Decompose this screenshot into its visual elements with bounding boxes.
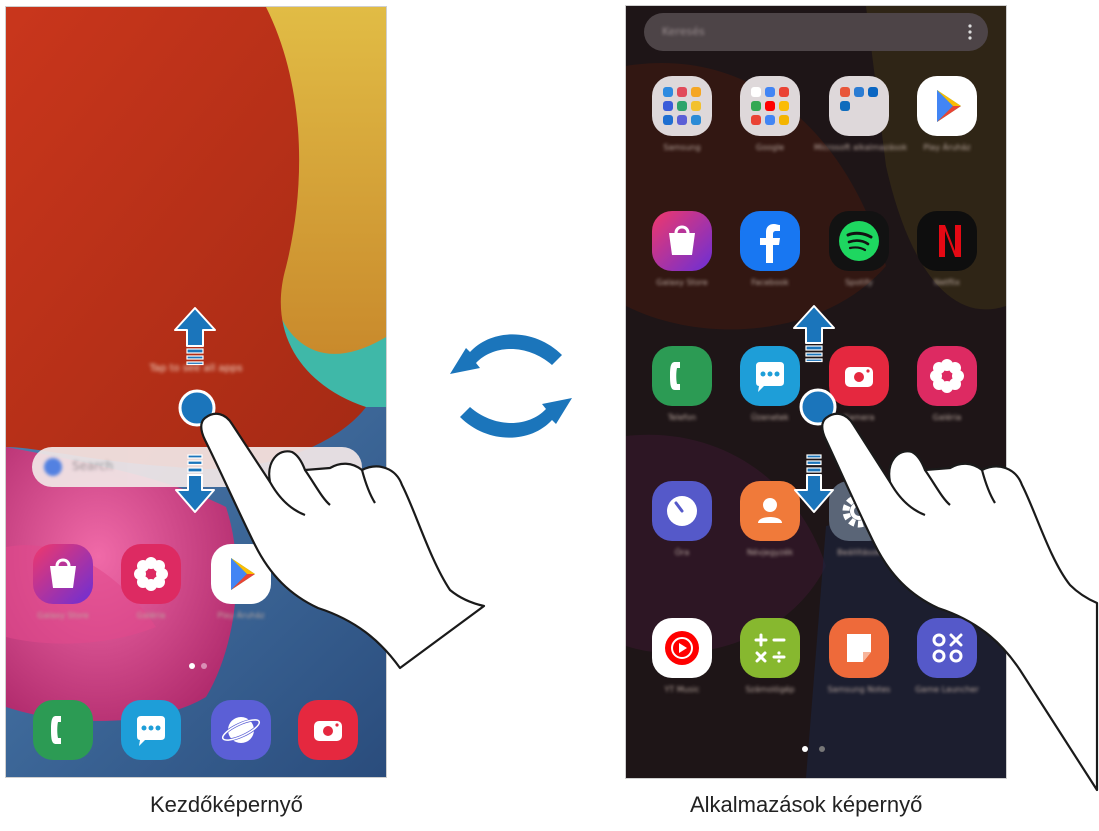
app-label-google: Google — [755, 143, 785, 152]
clock-icon[interactable] — [652, 481, 712, 541]
home-app-label-1: Galaxy Store — [37, 611, 89, 620]
home-play-store-icon[interactable] — [211, 544, 271, 604]
app-label-contacts: Névjegyzék — [746, 548, 794, 557]
contacts-icon[interactable] — [740, 481, 800, 541]
home-gallery-icon[interactable] — [121, 544, 181, 604]
home-page-dot[interactable] — [201, 663, 207, 669]
apps-search-placeholder: Keresés — [662, 25, 705, 38]
app-label-galaxy-store: Galaxy Store — [656, 278, 708, 287]
camera-icon[interactable] — [829, 346, 889, 406]
google-logo-icon — [44, 458, 62, 476]
app-label-phone: Telefon — [667, 413, 697, 422]
home-search-bar[interactable]: Search — [32, 447, 362, 487]
home-screen: Tap to see all apps Search Galaxy Store … — [5, 6, 387, 778]
dock-internet-icon[interactable] — [211, 700, 271, 760]
home-hint-text: Tap to see all apps — [149, 363, 243, 374]
microsoft-folder-icon[interactable] — [829, 76, 889, 136]
app-label-play-store: Play Áruház — [923, 143, 971, 152]
app-label-settings: Beállítások — [837, 548, 881, 557]
app-label-calculator: Számológép — [745, 685, 795, 694]
dock-camera-icon[interactable] — [298, 700, 358, 760]
caption-home-screen: Kezdőképernyő — [150, 792, 303, 817]
apps-page-dot[interactable] — [819, 746, 825, 752]
apps-screen: Keresés Samsung Google Microsoft alkalma… — [625, 5, 1007, 779]
more-options-icon[interactable] — [968, 24, 972, 40]
home-search-placeholder: Search — [72, 459, 114, 473]
app-label-gallery: Galéria — [932, 413, 962, 422]
home-app-label-3: Play Áruház — [217, 611, 265, 620]
app-label-messages: Üzenetek — [751, 413, 789, 422]
dock-phone-icon[interactable] — [33, 700, 93, 760]
app-label-clock: Óra — [674, 548, 690, 557]
apps-search-bar[interactable]: Keresés — [644, 13, 988, 51]
home-wallpaper — [6, 7, 386, 777]
app-label-spotify: Spotify — [845, 278, 873, 287]
app-label-microsoft: Microsoft alkalmazások — [814, 143, 908, 152]
app-label-game-launcher: Game Launcher — [915, 685, 979, 694]
dock-messages-icon[interactable] — [121, 700, 181, 760]
yt-music-icon[interactable] — [652, 618, 712, 678]
caption-apps-screen: Alkalmazások képernyő — [690, 792, 923, 817]
samsung-notes-icon[interactable] — [829, 618, 889, 678]
app-label-facebook: Facebook — [751, 278, 789, 287]
home-app-label-2: Galéria — [136, 611, 166, 620]
app-label-camera: Kamera — [843, 413, 875, 422]
play-store-icon[interactable] — [917, 76, 977, 136]
spotify-icon[interactable] — [829, 211, 889, 271]
app-label-samsung-notes: Samsung Notes — [827, 685, 891, 694]
phone-icon[interactable] — [652, 346, 712, 406]
home-galaxy-store-icon[interactable] — [33, 544, 93, 604]
messages-icon[interactable] — [740, 346, 800, 406]
home-page-dot-active[interactable] — [189, 663, 195, 669]
settings-icon[interactable] — [829, 481, 889, 541]
google-folder-icon[interactable] — [740, 76, 800, 136]
app-label-netflix: Netflix — [933, 278, 961, 287]
switch-arrows-icon — [450, 334, 572, 438]
app-label-samsung: Samsung — [663, 143, 701, 152]
netflix-icon[interactable] — [917, 211, 977, 271]
facebook-icon[interactable] — [740, 211, 800, 271]
calculator-icon[interactable] — [740, 618, 800, 678]
gallery-icon[interactable] — [917, 346, 977, 406]
game-launcher-icon[interactable] — [917, 618, 977, 678]
samsung-folder-icon[interactable] — [652, 76, 712, 136]
apps-page-dot-active[interactable] — [802, 746, 808, 752]
galaxy-store-icon[interactable] — [652, 211, 712, 271]
app-label-yt-music: YT Music — [664, 685, 700, 694]
